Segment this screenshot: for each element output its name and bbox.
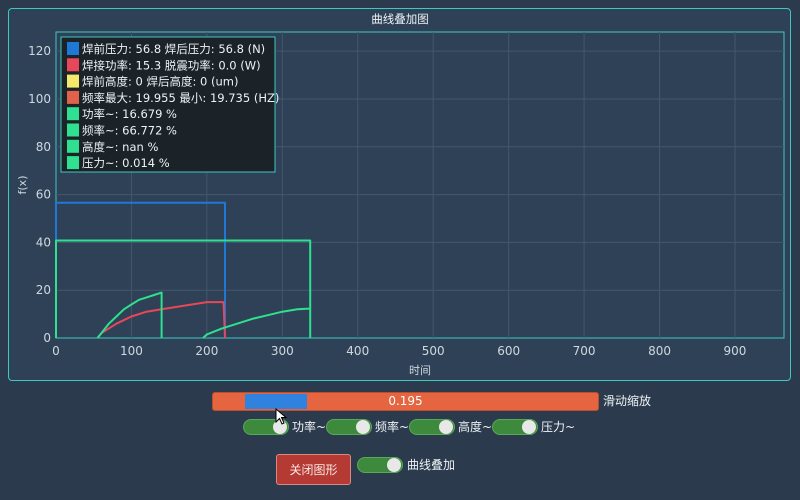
x-tick-label: 0 (52, 344, 60, 358)
legend-swatch (67, 90, 79, 104)
legend-swatch (67, 74, 79, 88)
toggle-frequency[interactable] (326, 419, 372, 435)
toggle-knob (439, 420, 453, 434)
toggle-power-label: 功率~ (292, 420, 327, 434)
x-tick-label: 200 (195, 344, 218, 358)
toggle-pressure-label: 压力~ (541, 420, 576, 434)
legend-label: 高度~: nan % (82, 140, 158, 154)
x-tick-label: 400 (346, 344, 369, 358)
toggle-pressure[interactable] (492, 419, 538, 435)
legend-label: 压力~: 0.014 % (82, 156, 170, 170)
zoom-slider[interactable]: 0.195 (212, 392, 599, 411)
y-axis-label: f(x) (16, 176, 29, 195)
mouse-cursor-icon (275, 408, 287, 425)
legend-label: 频率~: 66.772 % (82, 124, 177, 138)
y-tick-label: 40 (36, 235, 51, 249)
chart-svg: 曲线叠加图 0 100 200 300 400 500 600 700 800 900 0 20 40 6… (16, 12, 785, 377)
x-tick-label: 700 (573, 344, 596, 358)
toggle-frequency-label: 频率~ (375, 420, 410, 434)
x-tick-label: 900 (724, 344, 747, 358)
y-tick-label: 80 (36, 140, 51, 154)
zoom-slider-value: 0.195 (388, 394, 423, 408)
y-tick-label: 120 (28, 44, 51, 58)
legend-swatch (67, 42, 79, 55)
x-tick-label: 500 (422, 344, 445, 358)
y-tick-label: 20 (36, 283, 51, 297)
toggle-curve-overlay-label: 曲线叠加 (407, 458, 456, 472)
toggle-height[interactable] (409, 419, 455, 435)
legend-swatch (67, 58, 79, 72)
x-tick-label: 800 (648, 344, 671, 358)
legend-label: 频率最大: 19.955 最小: 19.735 (HZ) (82, 91, 279, 105)
legend-label: 功率~: 16.679 % (82, 107, 177, 121)
x-axis-label: 时间 (409, 364, 431, 377)
legend: 焊前压力: 56.8 焊后压力: 56.8 (N) 焊接功率: 15.3 脱震功率… (60, 36, 279, 173)
zoom-slider-label: 滑动缩放 (603, 394, 652, 408)
toggle-curve-overlay[interactable] (357, 457, 403, 473)
y-tick-label: 60 (36, 188, 51, 202)
legend-label: 焊前高度: 0 焊后高度: 0 (um) (82, 75, 238, 89)
y-tick-label: 0 (43, 331, 51, 345)
legend-swatch (67, 107, 79, 121)
x-tick-label: 300 (271, 344, 294, 358)
toggle-knob (387, 458, 401, 472)
toggle-knob (356, 420, 370, 434)
legend-swatch (67, 139, 79, 153)
x-tick-label: 600 (497, 344, 520, 358)
y-tick-label: 100 (28, 92, 51, 106)
chart-title: 曲线叠加图 (371, 12, 429, 26)
close-chart-button[interactable]: 关闭图形 (276, 454, 351, 485)
toggle-knob (522, 420, 536, 434)
legend-swatch (67, 123, 79, 137)
legend-label: 焊前压力: 56.8 焊后压力: 56.8 (N) (82, 42, 265, 56)
toggle-height-label: 高度~ (458, 420, 493, 434)
legend-swatch (67, 156, 79, 170)
x-tick-label: 100 (120, 344, 143, 358)
legend-label: 焊接功率: 15.3 脱震功率: 0.0 (W) (82, 58, 261, 72)
